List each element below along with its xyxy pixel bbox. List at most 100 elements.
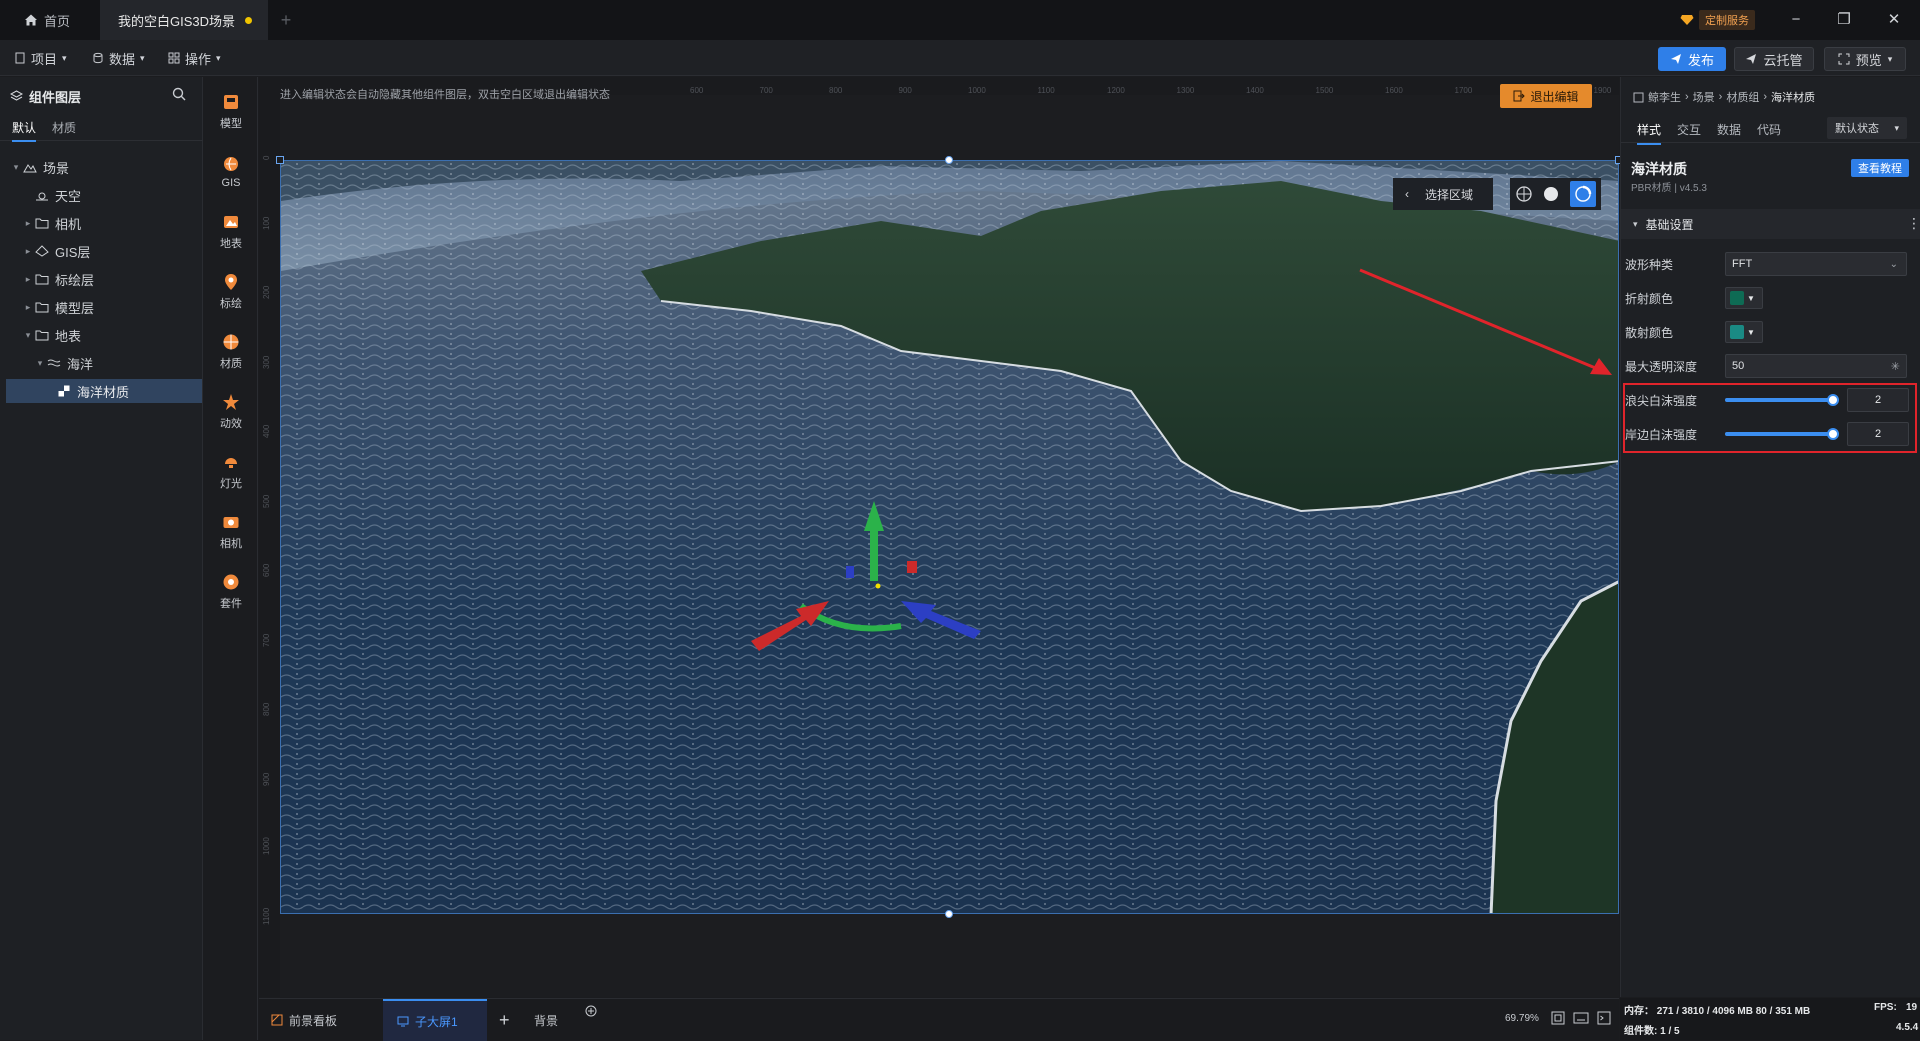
keyboard-icon[interactable] [1573,1012,1589,1024]
add-circle-icon[interactable] [585,1005,597,1017]
tool-plot[interactable]: 标绘 [204,267,258,317]
breadcrumb-item[interactable]: 场景 [1693,89,1715,105]
publish-button[interactable]: 发布 [1658,47,1726,71]
ruler-tick-label: 600 [262,563,271,577]
chevron-down-icon: ▾ [140,52,145,63]
custom-service-button[interactable]: 定制服务 [1680,10,1770,30]
terminal-icon[interactable] [1597,1011,1611,1025]
home-icon [24,13,38,27]
ruler-tick-label: 1900 [1593,86,1612,95]
tool-label: 套件 [220,598,242,610]
tool-label: 模型 [220,118,242,130]
tree-item-terrain[interactable]: ▾ 地表 [0,323,203,347]
folder-icon [34,328,50,342]
tool-gis[interactable]: GIS [204,147,258,197]
solid-sphere-icon[interactable] [1542,185,1560,203]
send-icon [1745,53,1757,65]
memory-status: 内存： 271 / 3810 / 4096 MB 80 / 351 MB [1624,1006,1811,1017]
tool-light[interactable]: 灯光 [204,447,258,497]
tree-item-camera[interactable]: ▸ 相机 [0,211,203,235]
bottom-bar: 前景看板 子大屏1 + 背景 69.79% [259,998,1619,1041]
prop-refraction-color: 折射颜色 ▼ [1621,281,1920,315]
max-depth-input[interactable]: 50 ✳ [1725,354,1907,378]
tree-item-plot-layer[interactable]: ▸ 标绘层 [0,267,203,291]
terrain-icon [222,213,240,231]
tree-label: 模型层 [55,300,95,316]
tab-data[interactable]: 数据 [1717,121,1741,138]
tool-material[interactable]: 材质 [204,327,258,377]
monitor-icon [397,1015,409,1027]
restore-icon[interactable]: ❐ [1834,10,1854,30]
fit-screen-icon[interactable] [1551,1011,1565,1025]
breadcrumb-item[interactable]: 材质组 [1726,89,1759,105]
more-vertical-icon[interactable]: ⋮ [1907,215,1920,232]
database-icon [92,52,104,64]
wireframe-globe-icon[interactable] [1515,185,1533,203]
ruler-tick-label: 100 [262,216,271,230]
color-swatch [1730,325,1744,339]
breadcrumb-item[interactable]: 鲸李生 [1648,89,1681,105]
tab-interaction[interactable]: 交互 [1677,121,1701,138]
tab-material[interactable]: 材质 [52,119,76,136]
wave-type-select[interactable]: FFT ⌄ [1725,252,1907,276]
resize-handle[interactable] [945,910,953,918]
prop-wave-type: 波形种类 FFT ⌄ [1621,247,1920,281]
preview-button[interactable]: 预览 ▾ [1824,47,1906,71]
ruler-tick-label: 800 [262,702,271,716]
tree-item-sky[interactable]: 天空 [0,183,203,207]
tree-item-scene[interactable]: ▾ 场景 [0,155,203,179]
caret-down-icon: ▾ [25,329,31,340]
kit-icon [222,573,240,591]
chevron-down-icon: ▾ [62,52,67,63]
camera-icon [222,513,240,531]
tool-kit[interactable]: 套件 [204,567,258,617]
tree-item-ocean[interactable]: ▾ 海洋 [0,351,203,375]
tab-foreground-board[interactable]: 前景看板 [265,999,369,1041]
tab-code[interactable]: 代码 [1757,121,1781,138]
tab-default[interactable]: 默认 [12,119,37,142]
tab-background[interactable]: 背景 [534,999,558,1041]
tab-sub-screen[interactable]: 子大屏1 [383,999,487,1041]
ruler-tick-label: 500 [262,494,271,508]
tab-style[interactable]: 样式 [1637,121,1662,145]
tab-label: 背景 [534,1013,559,1028]
tab-home[interactable]: 首页 [0,0,90,40]
scene-icon [22,160,38,174]
tool-terrain[interactable]: 地表 [204,207,258,257]
textured-sphere-icon[interactable] [1570,181,1597,207]
state-select[interactable]: 默认状态 ▾ [1827,117,1907,139]
refraction-color-picker[interactable]: ▼ [1725,287,1763,309]
ruler-tick-label: 1600 [1385,86,1403,95]
ruler-tick-label: 400 [262,424,271,438]
tool-effect[interactable]: 动效 [204,387,258,437]
tree-item-model-layer[interactable]: ▸ 模型层 [0,295,203,319]
resize-handle[interactable] [945,156,953,164]
menu-project[interactable]: 项目 ▾ [14,48,67,68]
scatter-color-picker[interactable]: ▼ [1725,321,1763,343]
zoom-level[interactable]: 69.79% [1505,1013,1539,1024]
star-icon [222,393,240,411]
select-area-control[interactable]: ‹ 选择区域 [1393,178,1493,210]
section-header[interactable]: ▾ 基础设置 ⋮ [1621,209,1920,239]
wave-type-value: FFT [1732,258,1753,270]
property-panel: 鲸李生 › 场景 › 材质组 › 海洋材质 样式 交互 数据 代码 默认状态 ▾… [1620,77,1920,997]
add-screen-button[interactable]: + [499,999,510,1041]
tab-home-label: 首页 [44,13,71,29]
grid-icon [168,52,180,64]
menu-operation[interactable]: 操作 ▾ [168,48,221,68]
ruler-tick-label: 1100 [1037,86,1055,95]
tutorial-button[interactable]: 查看教程 [1851,159,1909,177]
menu-data[interactable]: 数据 ▾ [92,48,145,68]
exit-edit-button[interactable]: 退出编辑 [1500,84,1592,108]
tree-item-ocean-material[interactable]: 海洋材质 [6,379,202,403]
tab-scene[interactable]: 我的空白GIS3D场景 [100,0,268,40]
cloud-host-button[interactable]: 云托管 [1734,47,1814,71]
tool-camera[interactable]: 相机 [204,507,258,557]
tree-item-gis-layer[interactable]: ▸ GIS层 [0,239,203,263]
resize-handle[interactable] [276,156,284,164]
minimize-icon[interactable]: − [1786,10,1806,30]
preview-label: 预览 [1855,52,1882,68]
close-icon[interactable]: ✕ [1884,10,1904,30]
unsaved-dot [245,16,253,24]
caret-right-icon: ▸ [25,217,31,228]
